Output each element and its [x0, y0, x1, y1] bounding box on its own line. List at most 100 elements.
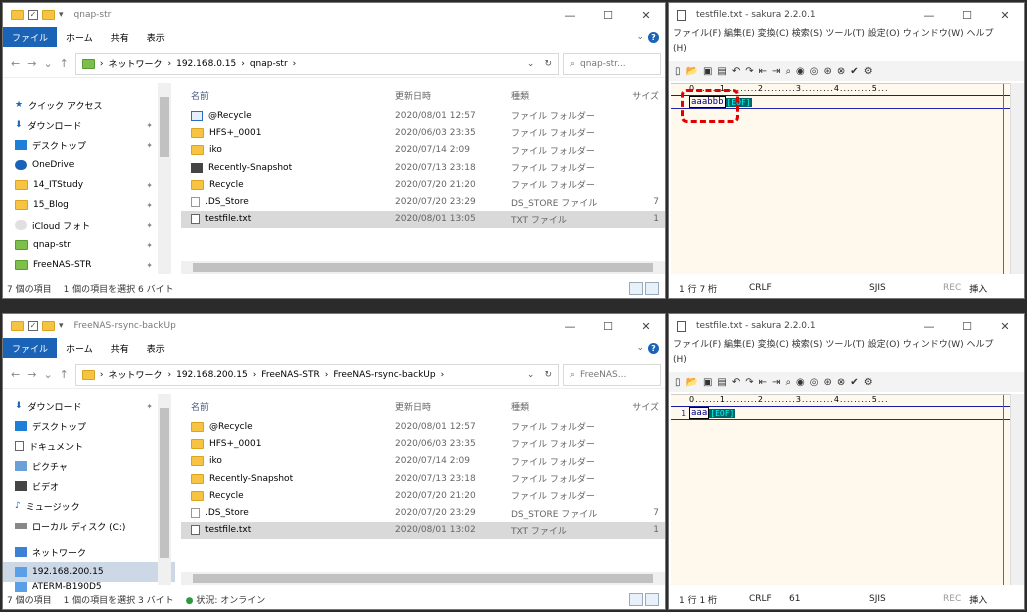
- horizontal-scrollbar[interactable]: [181, 261, 665, 274]
- column-date[interactable]: 更新日時: [395, 400, 511, 413]
- vertical-scrollbar[interactable]: [1010, 394, 1024, 585]
- search-prev-icon[interactable]: ◉: [796, 66, 805, 77]
- refresh-icon[interactable]: ↻: [544, 59, 552, 69]
- large-icons-view-button[interactable]: [645, 282, 659, 295]
- nav-item-pictures[interactable]: ピクチャ: [3, 456, 175, 476]
- table-row-selected[interactable]: testfile.txt 2020/08/01 13:02 TXT ファイル 1: [181, 521, 665, 540]
- jump-forward-icon[interactable]: ⇥: [772, 66, 780, 77]
- nav-item-quick-access[interactable]: ★ クイック アクセス: [3, 95, 175, 115]
- jump-back-icon[interactable]: ⇤: [759, 377, 767, 388]
- quick-access-dropdown-icon[interactable]: ▾: [59, 10, 64, 20]
- column-name[interactable]: 名前: [181, 400, 395, 413]
- search-icon[interactable]: ⌕: [785, 66, 791, 77]
- minimize-button[interactable]: —: [551, 314, 589, 338]
- tab-view[interactable]: 表示: [138, 31, 174, 44]
- new-folder-icon[interactable]: [42, 321, 55, 331]
- settings-icon[interactable]: ⚙: [864, 66, 873, 77]
- nav-item-14-itstudy[interactable]: 14_ITStudy ✦: [3, 175, 175, 195]
- text-line[interactable]: 1 aaa [EOF]: [671, 407, 1010, 420]
- nav-item-documents[interactable]: ドキュメント: [3, 436, 175, 456]
- save-icon[interactable]: ▣: [703, 377, 712, 388]
- nav-item-desktop[interactable]: デスクトップ: [3, 416, 175, 436]
- breadcrumb-share[interactable]: FreeNAS-STR: [261, 370, 319, 380]
- nav-item-icloud-photos[interactable]: iCloud フォト ✦: [3, 215, 175, 235]
- tab-share[interactable]: 共有: [102, 31, 138, 44]
- table-row[interactable]: HFS+_0001 2020/06/03 23:35 ファイル フォルダー: [181, 435, 665, 452]
- line-text[interactable]: aaa: [689, 407, 710, 419]
- tab-file[interactable]: ファイル: [3, 338, 58, 358]
- maximize-button[interactable]: ☐: [948, 314, 986, 338]
- recent-dropdown-icon[interactable]: ⌄: [43, 57, 52, 70]
- minimize-button[interactable]: —: [551, 3, 589, 27]
- up-arrow-icon[interactable]: ↑: [60, 368, 69, 381]
- nav-item-onedrive[interactable]: OneDrive: [3, 155, 175, 175]
- open-file-icon[interactable]: 📂: [686, 66, 698, 77]
- table-row[interactable]: HFS+_0001 2020/06/03 23:35 ファイル フォルダー: [181, 124, 665, 141]
- column-size[interactable]: サイズ: [611, 400, 659, 413]
- table-row[interactable]: iko 2020/07/14 2:09 ファイル フォルダー: [181, 142, 665, 159]
- nav-item-downloads[interactable]: ⬇ ダウンロード ✦: [3, 396, 175, 416]
- back-arrow-icon[interactable]: ←: [11, 57, 20, 70]
- address-dropdown-icon[interactable]: ⌄: [527, 370, 535, 380]
- nav-item-freenas-str[interactable]: FreeNAS-STR ✦: [3, 255, 175, 275]
- column-date[interactable]: 更新日時: [395, 89, 511, 102]
- help-icon[interactable]: ?: [648, 342, 659, 354]
- horizontal-scrollbar[interactable]: [181, 572, 665, 585]
- new-folder-icon[interactable]: [42, 10, 55, 20]
- nav-item-desktop[interactable]: デスクトップ ✦: [3, 135, 175, 155]
- table-row[interactable]: Recently-Snapshot 2020/07/13 23:18 ファイル フォ…: [181, 470, 665, 487]
- close-button[interactable]: ✕: [627, 314, 665, 338]
- column-size[interactable]: サイズ: [611, 89, 659, 102]
- tab-home[interactable]: ホーム: [57, 31, 102, 44]
- nav-item-local-disk[interactable]: ローカル ディスク (C:): [3, 516, 175, 536]
- table-row-selected[interactable]: testfile.txt 2020/08/01 13:05 TXT ファイル 1: [181, 210, 665, 229]
- forward-arrow-icon[interactable]: →: [27, 368, 36, 381]
- up-arrow-icon[interactable]: ↑: [60, 57, 69, 70]
- minimize-button[interactable]: —: [910, 3, 948, 27]
- table-row[interactable]: Recently-Snapshot 2020/07/13 23:18 ファイル フォ…: [181, 159, 665, 176]
- replace-icon[interactable]: ⊗: [837, 377, 845, 388]
- breadcrumb-host[interactable]: 192.168.0.15: [176, 59, 236, 69]
- help-icon[interactable]: ?: [648, 31, 659, 43]
- settings-icon[interactable]: ⚙: [864, 377, 873, 388]
- tab-share[interactable]: 共有: [102, 342, 138, 355]
- tab-file[interactable]: ファイル: [3, 27, 58, 47]
- recent-dropdown-icon[interactable]: ⌄: [43, 368, 52, 381]
- vertical-scrollbar[interactable]: [1010, 83, 1024, 274]
- nav-item-videos[interactable]: ビデオ: [3, 476, 175, 496]
- redo-icon[interactable]: ↷: [745, 66, 753, 77]
- nav-scrollbar[interactable]: [158, 83, 171, 274]
- table-row[interactable]: Recycle 2020/07/20 21:20 ファイル フォルダー: [181, 487, 665, 504]
- jump-forward-icon[interactable]: ⇥: [772, 377, 780, 388]
- close-button[interactable]: ✕: [986, 3, 1024, 27]
- nav-scrollbar[interactable]: [158, 394, 171, 585]
- details-view-button[interactable]: [629, 282, 643, 295]
- jump-back-icon[interactable]: ⇤: [759, 66, 767, 77]
- back-arrow-icon[interactable]: ←: [11, 368, 20, 381]
- search-icon[interactable]: ⌕: [785, 377, 791, 388]
- save-icon[interactable]: ▣: [703, 66, 712, 77]
- tab-home[interactable]: ホーム: [57, 342, 102, 355]
- maximize-button[interactable]: ☐: [589, 314, 627, 338]
- maximize-button[interactable]: ☐: [589, 3, 627, 27]
- table-row[interactable]: .DS_Store 2020/07/20 23:29 DS_STORE ファイル 7: [181, 193, 665, 210]
- breadcrumb-folder[interactable]: FreeNAS-rsync-backUp: [333, 370, 435, 380]
- properties-icon[interactable]: ✓: [28, 10, 38, 20]
- new-file-icon[interactable]: ▯: [675, 377, 681, 388]
- undo-icon[interactable]: ↶: [732, 377, 740, 388]
- nav-item-downloads[interactable]: ⬇ ダウンロード ✦: [3, 115, 175, 135]
- details-view-button[interactable]: [629, 593, 643, 606]
- table-row[interactable]: @Recycle 2020/08/01 12:57 ファイル フォルダー: [181, 107, 665, 124]
- breadcrumb-share[interactable]: qnap-str: [250, 59, 288, 69]
- search-input[interactable]: ⌕ FreeNAS...: [563, 363, 661, 386]
- address-bar[interactable]: › ネットワーク › 192.168.0.15 › qnap-str › ⌄ ↻: [74, 52, 559, 75]
- menu-bar[interactable]: ファイル(F) 編集(E) 変換(C) 検索(S) ツール(T) 設定(O) ウ…: [673, 338, 1004, 368]
- menu-bar[interactable]: ファイル(F) 編集(E) 変換(C) 検索(S) ツール(T) 設定(O) ウ…: [673, 27, 1004, 57]
- new-file-icon[interactable]: ▯: [675, 66, 681, 77]
- nav-item-music[interactable]: ♪ ミュージック: [3, 496, 175, 516]
- nav-item-qnap-str[interactable]: qnap-str ✦: [3, 235, 175, 255]
- table-row[interactable]: iko 2020/07/14 2:09 ファイル フォルダー: [181, 453, 665, 470]
- column-type[interactable]: 種類: [511, 89, 611, 102]
- refresh-icon[interactable]: ↻: [544, 370, 552, 380]
- table-row[interactable]: .DS_Store 2020/07/20 23:29 DS_STORE ファイル 7: [181, 504, 665, 521]
